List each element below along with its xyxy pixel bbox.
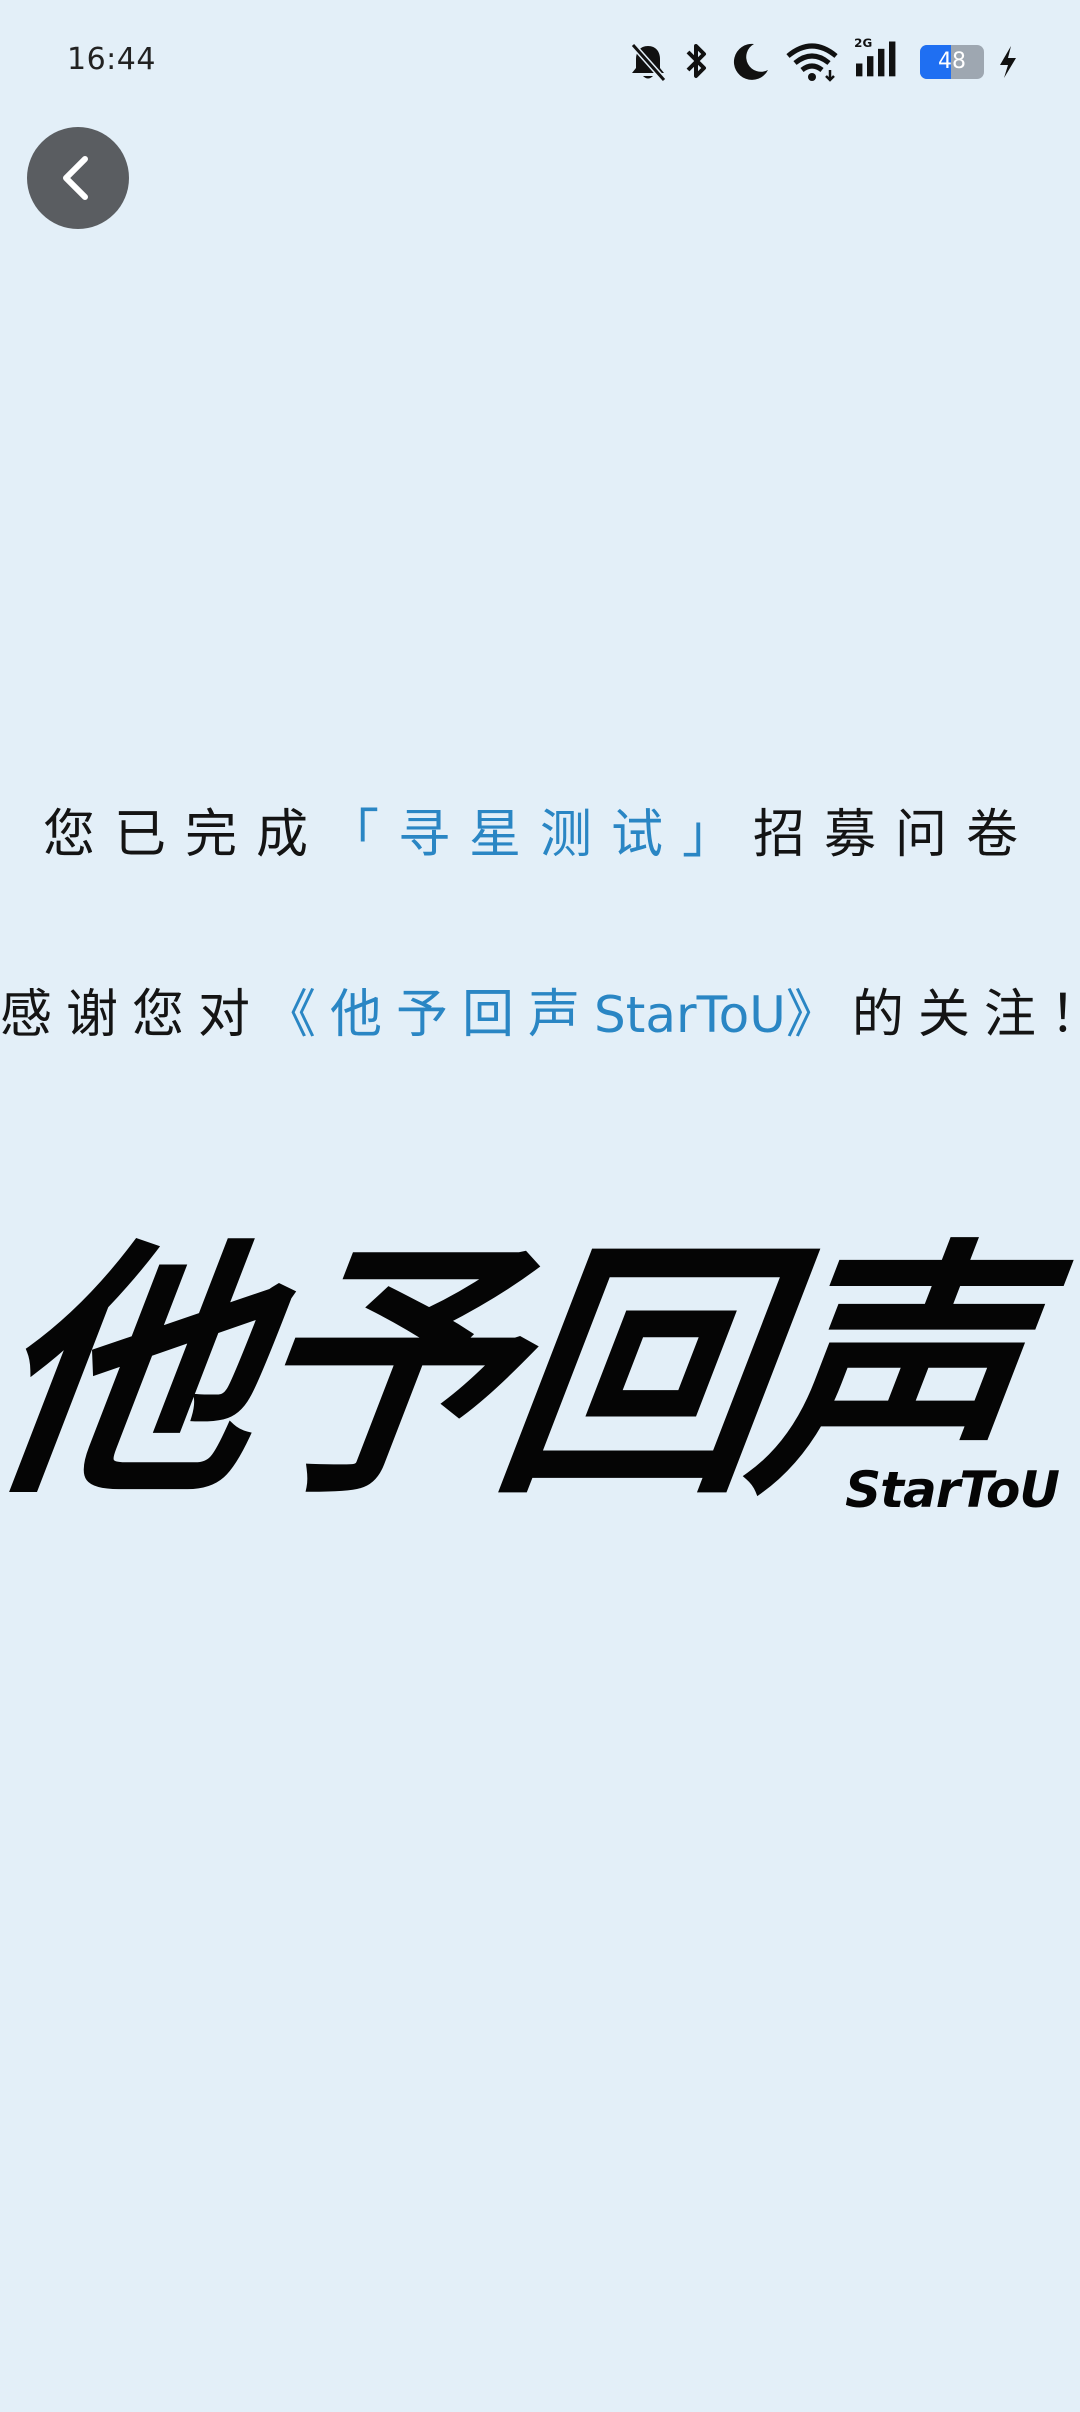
- charging-icon: [1000, 46, 1016, 78]
- status-bar: 16:44 2G 48: [0, 0, 1080, 125]
- survey-name: 「寻星测试」: [326, 805, 753, 865]
- project-title-open: 《他予回声: [264, 985, 595, 1045]
- completion-suffix: 招募问卷: [753, 805, 1038, 865]
- thanks-message: 感谢您对《他予回声StarToU》的关注！: [0, 972, 1080, 1047]
- signal-2g-icon: 2G: [854, 36, 896, 77]
- project-title-en: StarToU: [594, 986, 786, 1044]
- svg-text:2G: 2G: [854, 36, 872, 50]
- back-button[interactable]: [27, 127, 129, 229]
- battery-level: 48: [938, 49, 966, 74]
- thanks-prefix: 感谢您对: [0, 985, 265, 1045]
- battery-icon: 48: [920, 45, 984, 79]
- status-time: 16:44: [67, 42, 156, 77]
- logo-sub-text: StarToU: [845, 1461, 1060, 1519]
- completion-message: 您已完成「寻星测试」招募问卷: [0, 792, 1080, 867]
- project-title-close: 》: [785, 985, 852, 1045]
- bell-off-icon: [630, 43, 667, 82]
- completion-prefix: 您已完成: [42, 805, 327, 865]
- bluetooth-icon: [686, 44, 706, 78]
- startou-logo: 他予回声 StarToU: [0, 1219, 1065, 1545]
- thanks-suffix: 的关注！: [851, 985, 1080, 1045]
- wifi-icon: [786, 43, 838, 82]
- chevron-left-icon: [63, 156, 88, 200]
- moon-icon: [733, 43, 768, 80]
